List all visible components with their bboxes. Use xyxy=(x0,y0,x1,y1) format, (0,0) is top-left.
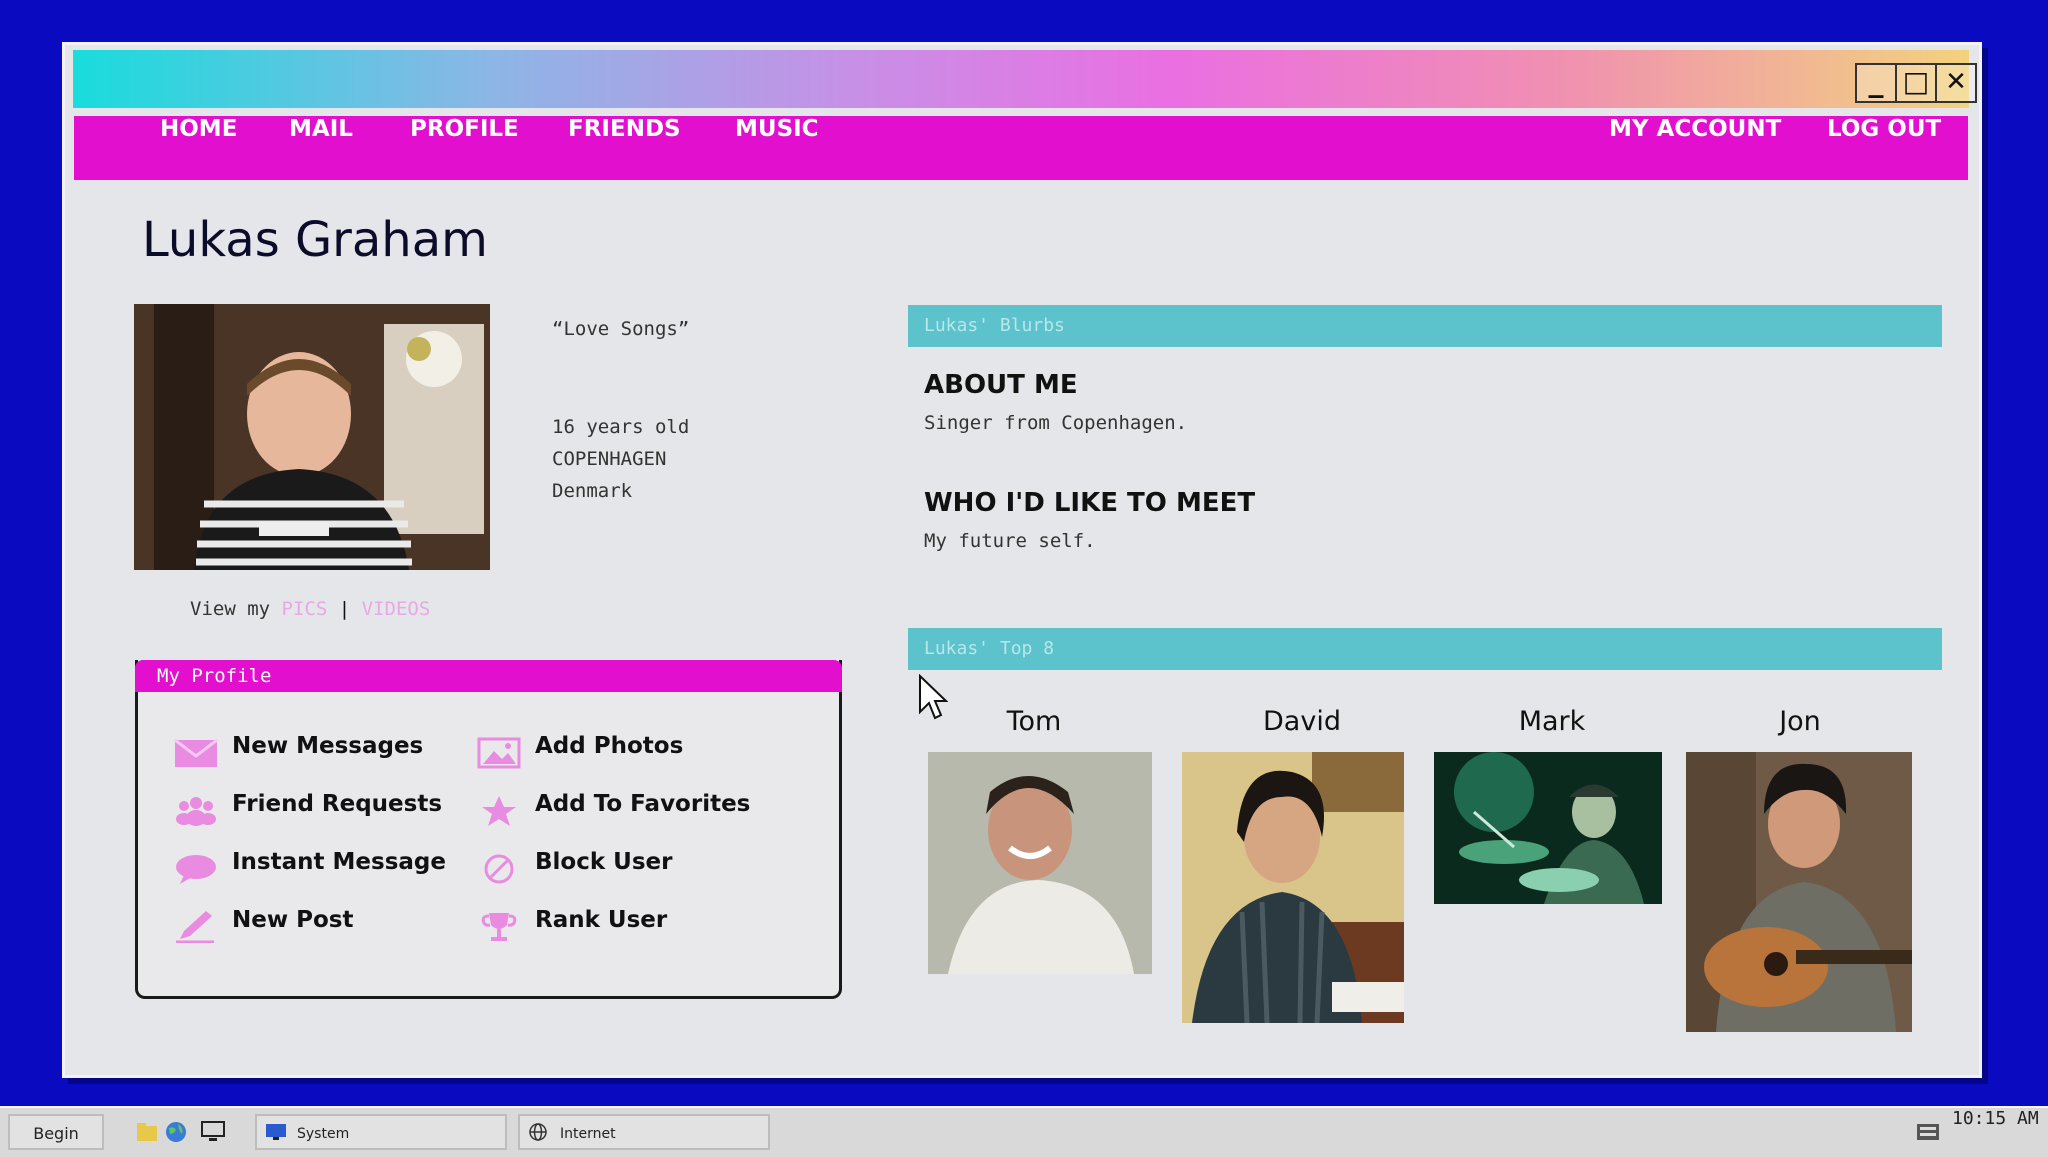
task-system-label: System xyxy=(297,1126,350,1142)
close-button[interactable]: ✕ xyxy=(1935,63,1977,103)
nav-music[interactable]: MUSIC xyxy=(735,116,819,180)
add-photos-link[interactable]: Add Photos xyxy=(477,733,737,773)
rank-user-link[interactable]: Rank User xyxy=(477,907,737,947)
friend-photo-jon[interactable] xyxy=(1686,752,1912,1032)
internet-icon xyxy=(529,1123,547,1141)
main-nav: HOME MAIL PROFILE FRIENDS MUSIC MY ACCOU… xyxy=(74,116,1968,180)
instant-message-link[interactable]: Instant Message xyxy=(174,849,446,889)
globe-icon[interactable] xyxy=(164,1120,188,1144)
add-photos-label: Add Photos xyxy=(535,733,684,759)
friend-requests-label: Friend Requests xyxy=(232,791,443,817)
nav-log-out[interactable]: LOG OUT xyxy=(1827,116,1941,180)
friend-photo-david[interactable] xyxy=(1182,752,1404,1023)
rank-user-label: Rank User xyxy=(535,907,668,933)
add-to-favorites-link[interactable]: Add To Favorites xyxy=(477,791,777,831)
pencil-icon xyxy=(176,911,214,943)
about-me-heading: ABOUT ME xyxy=(924,370,1078,400)
profile-age: 16 years old xyxy=(552,416,690,438)
system-icon xyxy=(266,1124,286,1140)
new-post-label: New Post xyxy=(232,907,354,933)
start-button[interactable]: Begin xyxy=(8,1114,104,1150)
trophy-icon xyxy=(481,913,517,941)
new-messages-link[interactable]: New Messages xyxy=(174,733,434,773)
videos-link[interactable]: VIDEOS xyxy=(362,598,431,620)
chat-bubble-icon xyxy=(176,855,216,884)
friend-requests-link[interactable]: Friend Requests xyxy=(174,791,442,831)
friend-photo-tom[interactable] xyxy=(928,752,1152,974)
nav-profile[interactable]: PROFILE xyxy=(410,116,519,180)
view-my-label: View my xyxy=(190,598,271,620)
keyboard-tray-icon[interactable] xyxy=(1916,1122,1940,1142)
profile-headline: “Love Songs” xyxy=(552,318,690,340)
profile-photo-image xyxy=(134,304,490,570)
nav-friends[interactable]: FRIENDS xyxy=(568,116,681,180)
task-internet[interactable]: Internet xyxy=(518,1114,770,1150)
folder-icon[interactable] xyxy=(136,1121,158,1143)
people-icon xyxy=(176,797,216,826)
new-messages-label: New Messages xyxy=(232,733,424,759)
block-user-label: Block User xyxy=(535,849,673,875)
nav-mail[interactable]: MAIL xyxy=(289,116,353,180)
blurbs-header: Lukas' Blurbs xyxy=(908,305,1942,347)
pics-link[interactable]: PICS xyxy=(282,598,328,620)
friend-photo-jon-image xyxy=(1686,752,1912,1032)
nav-my-account[interactable]: MY ACCOUNT xyxy=(1609,116,1781,180)
envelope-icon xyxy=(174,738,218,767)
link-separator: | xyxy=(338,598,351,620)
title-bar[interactable]: _ □ ✕ xyxy=(73,50,1977,108)
friend-photo-david-image xyxy=(1182,752,1404,1023)
profile-photo[interactable] xyxy=(134,304,490,570)
star-icon xyxy=(482,796,516,826)
friend-photo-mark[interactable] xyxy=(1434,752,1662,904)
top8-header: Lukas' Top 8 xyxy=(908,628,1942,670)
photo-icon xyxy=(477,737,521,769)
new-post-link[interactable]: New Post xyxy=(174,907,434,947)
my-profile-header: My Profile xyxy=(135,660,842,692)
nav-home[interactable]: HOME xyxy=(160,116,237,180)
mouse-cursor-icon xyxy=(919,674,948,720)
instant-message-label: Instant Message xyxy=(232,849,446,875)
maximize-button[interactable]: □ xyxy=(1895,63,1937,103)
about-me-text: Singer from Copenhagen. xyxy=(924,412,1188,434)
who-to-meet-heading: WHO I'D LIKE TO MEET xyxy=(924,488,1256,518)
task-internet-label: Internet xyxy=(560,1126,616,1142)
add-to-favorites-label: Add To Favorites xyxy=(535,791,751,817)
view-my-links: View my PICS | VIDEOS xyxy=(190,598,430,620)
friend-name-david[interactable]: David xyxy=(1202,706,1402,737)
block-user-link[interactable]: Block User xyxy=(477,849,737,889)
who-to-meet-text: My future self. xyxy=(924,530,1096,552)
desktop-icon[interactable] xyxy=(200,1120,226,1144)
block-icon xyxy=(484,854,514,884)
clock: 10:15 AM xyxy=(1952,1108,2039,1129)
friend-name-tom[interactable]: Tom xyxy=(934,706,1134,737)
task-system[interactable]: System xyxy=(255,1114,507,1150)
friend-name-jon[interactable]: Jon xyxy=(1700,706,1900,737)
friend-photo-tom-image xyxy=(928,752,1152,974)
taskbar: Begin System Internet 10:15 AM xyxy=(0,1106,2048,1157)
profile-country: Denmark xyxy=(552,480,633,502)
page-title: Lukas Graham xyxy=(142,212,488,268)
minimize-button[interactable]: _ xyxy=(1855,63,1897,103)
friend-photo-mark-image xyxy=(1434,752,1662,904)
profile-city: COPENHAGEN xyxy=(552,448,667,470)
friend-name-mark[interactable]: Mark xyxy=(1452,706,1652,737)
